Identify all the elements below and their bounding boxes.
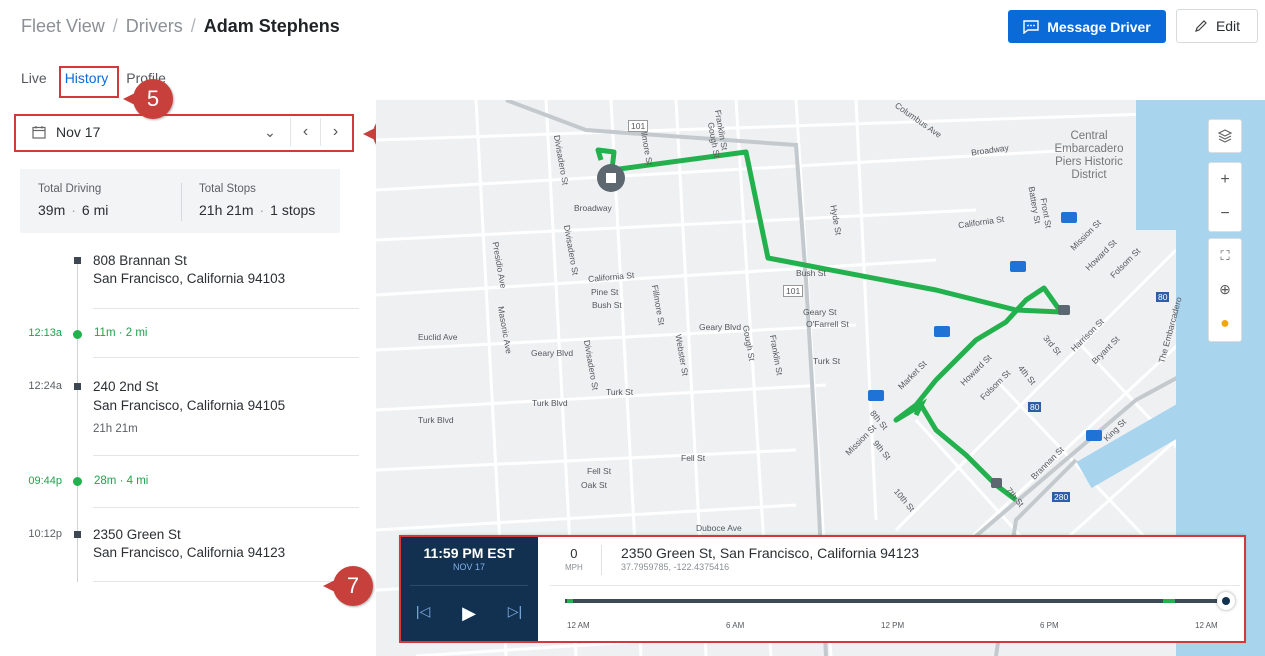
drive-stats: 11m · 2 mi [94,327,148,339]
message-driver-label: Message Driver [1047,18,1151,35]
zoom-out-button[interactable]: − [1220,205,1229,223]
drive-stats: 28m · 4 mi [94,475,149,487]
stop-node [74,383,81,390]
map-label: Geary Blvd [531,348,574,358]
map-tools: ⛶ ⊕ ● [1208,238,1242,342]
map-label: Fell St [681,453,706,463]
total-driving: Total Driving 39m · 6 mi [38,183,109,218]
timeline-divider [93,357,359,358]
highway-shield: 101 [783,285,804,297]
breadcrumb-drivers[interactable]: Drivers [126,16,183,37]
map-label: Geary Blvd [699,322,742,332]
total-stops-time: 21h 21m [199,202,254,218]
stop-time: 10:12p [28,528,62,540]
stop-duration: 21h 21m [93,423,138,435]
map-label-district: Central Embarcadero Piers Historic Distr… [1054,130,1124,181]
highway-shield: 80 [1028,402,1042,412]
stop-node [74,531,81,538]
total-stops: Total Stops 21h 21m · 1 stops [199,183,316,218]
callout-marker-5: 5 [123,79,173,119]
timeline-divider [93,507,359,508]
locate-icon[interactable]: ⊕ [1219,281,1231,298]
map-label: Duboce Ave [696,523,742,533]
drive-start-time: 09:44p [28,475,62,487]
map-label: Fell St [587,466,612,476]
stop-city: San Francisco, California 94103 [93,271,286,286]
map-label: Turk Blvd [418,415,454,425]
stop-city: San Francisco, California 94123 [93,545,286,560]
stop-address: 808 Brannan St [93,253,187,268]
timeline-divider [93,455,359,456]
drive-node [73,477,82,486]
total-driving-label: Total Driving [38,183,102,195]
breadcrumb: Fleet View / Drivers / Adam Stephens [21,16,340,37]
stop-city: San Francisco, California 94105 [93,398,286,413]
stop-address: 2350 Green St [93,527,181,542]
summary-divider [181,183,182,221]
map-label: Bush St [592,300,622,310]
layers-icon [1217,129,1233,143]
breadcrumb-fleet-view[interactable]: Fleet View [21,16,105,37]
map-label: Euclid Ave [418,332,458,342]
highway-shield: 101 [628,120,649,132]
message-icon [1023,19,1039,34]
callout-highlight-date [14,114,354,152]
street-view-icon[interactable]: ● [1220,315,1230,333]
map-label: Turk St [813,356,841,366]
zoom-in-button[interactable]: + [1220,171,1229,189]
map-label: Turk St [606,387,634,397]
map-label: Pine St [591,287,619,297]
breadcrumb-separator: / [190,16,196,36]
stop-address: 240 2nd St [93,379,159,394]
total-driving-distance: 6 mi [81,202,109,218]
trip-summary: Total Driving 39m · 6 mi Total Stops 21h 2… [20,169,340,233]
layers-button[interactable] [1208,119,1242,153]
timeline-divider [93,581,359,582]
edit-button[interactable]: Edit [1176,9,1258,43]
message-driver-button[interactable]: Message Driver [1008,10,1166,43]
stop-node [74,257,81,264]
bay-water [1136,100,1196,230]
map-label: Bush St [796,268,826,278]
callout-highlight-playback [399,535,1246,643]
total-stops-count: 1 stops [270,202,316,218]
highway-shield: 280 [1052,492,1071,502]
edit-label: Edit [1215,18,1241,34]
map-label: Turk Blvd [532,398,568,408]
callout-marker-7: 7 [323,566,373,606]
map-label: Geary St [803,307,837,317]
pencil-icon [1194,20,1207,32]
map-label: O'Farrell St [806,319,849,329]
highway-shield: 80 [1156,292,1170,302]
tab-live[interactable]: Live [21,70,47,86]
breadcrumb-separator: / [112,16,118,36]
total-driving-time: 39m [38,202,66,218]
map-label: Oak St [581,480,607,490]
total-stops-label: Total Stops [199,183,256,195]
drive-node [73,330,82,339]
page-title: Adam Stephens [203,16,340,36]
stop-time: 12:24a [28,380,62,392]
timeline-divider [93,308,359,309]
drive-start-time: 12:13a [28,327,62,339]
zoom-controls: + − [1208,162,1242,232]
callout-highlight-history [59,66,119,98]
map-label: Broadway [574,203,612,213]
fullscreen-icon[interactable]: ⛶ [1220,248,1229,264]
